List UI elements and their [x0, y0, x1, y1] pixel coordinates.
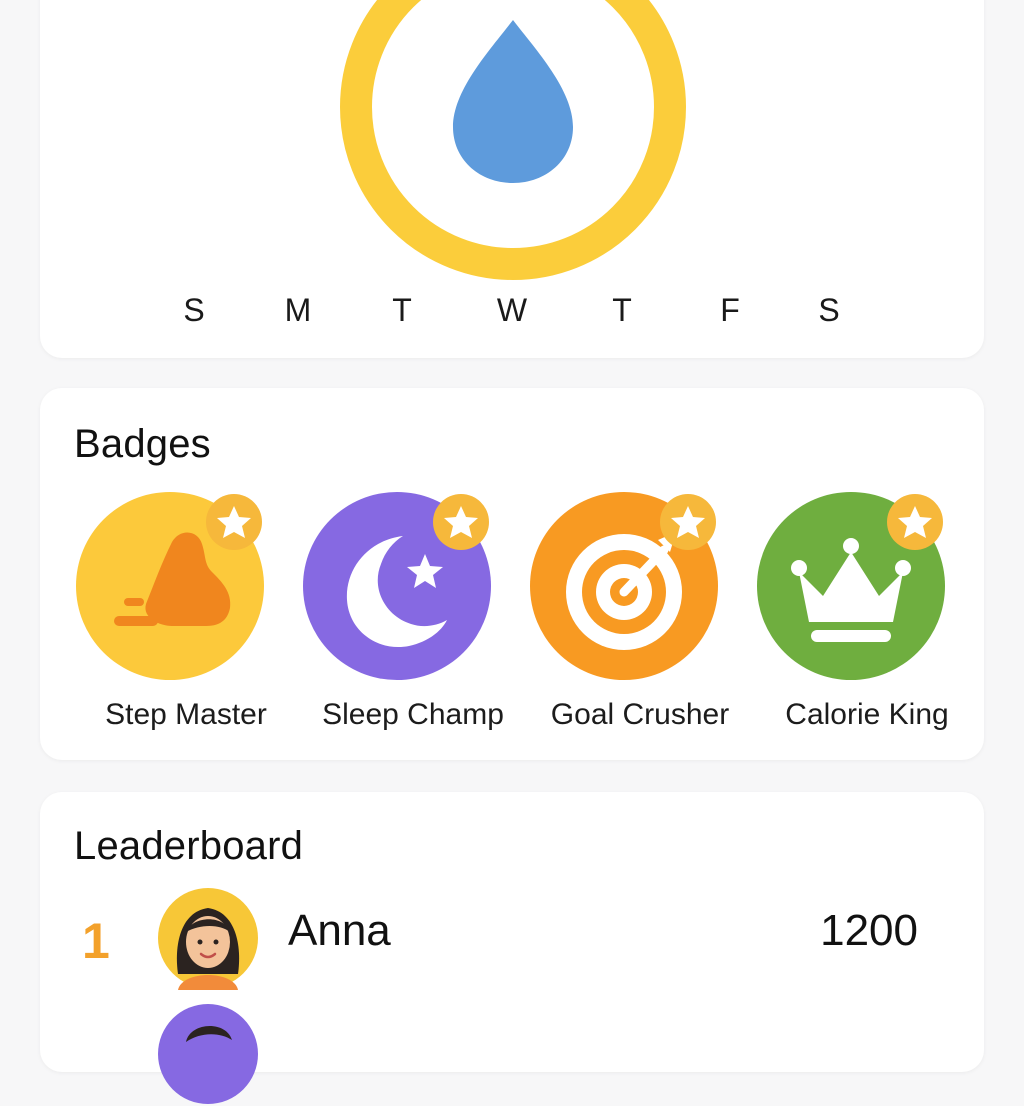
weekday-monday[interactable]: M — [278, 292, 318, 329]
weekday-sunday[interactable]: S — [174, 292, 214, 329]
leaderboard-card: Leaderboard 1 Anna 1200 — [40, 792, 984, 1104]
star-badge-icon — [206, 494, 262, 550]
weekday-row: S M T W T F S — [40, 292, 984, 332]
leaderboard-rank: 1 — [82, 913, 110, 969]
badge-label: Step Master — [105, 698, 267, 731]
avatar[interactable] — [156, 886, 260, 990]
badges-title: Badges — [74, 422, 211, 466]
badge-step-master[interactable]: Step Master — [76, 492, 296, 742]
badge-label: Sleep Champ — [322, 698, 504, 731]
leaderboard-name: Anna — [288, 906, 391, 955]
water-tracker-card: S M T W T F S — [40, 0, 984, 358]
star-badge-icon — [660, 494, 716, 550]
avatar[interactable] — [156, 1002, 260, 1106]
leaderboard-row[interactable]: 1 Anna 1200 — [40, 886, 984, 990]
weekday-thursday[interactable]: T — [602, 292, 642, 329]
badge-calorie-king[interactable]: Calorie King — [757, 492, 977, 742]
badge-label: Calorie King — [785, 698, 949, 731]
weekday-tuesday[interactable]: T — [382, 292, 422, 329]
star-badge-icon — [887, 494, 943, 550]
leaderboard-row[interactable] — [40, 1002, 984, 1106]
badge-sleep-champ[interactable]: Sleep Champ — [303, 492, 523, 742]
weekday-wednesday[interactable]: W — [492, 292, 532, 329]
weekday-friday[interactable]: F — [710, 292, 750, 329]
badge-goal-crusher[interactable]: Goal Crusher — [530, 492, 750, 742]
water-drop-icon — [453, 20, 573, 183]
water-progress-ring[interactable] — [340, 0, 686, 280]
weekday-saturday[interactable]: S — [809, 292, 849, 329]
badges-card: Badges Step Master Sleep Champ Goal Crus… — [40, 388, 984, 760]
badge-label: Goal Crusher — [550, 698, 730, 731]
leaderboard-title: Leaderboard — [74, 824, 304, 868]
star-badge-icon — [433, 494, 489, 550]
leaderboard-score: 1200 — [820, 906, 918, 955]
